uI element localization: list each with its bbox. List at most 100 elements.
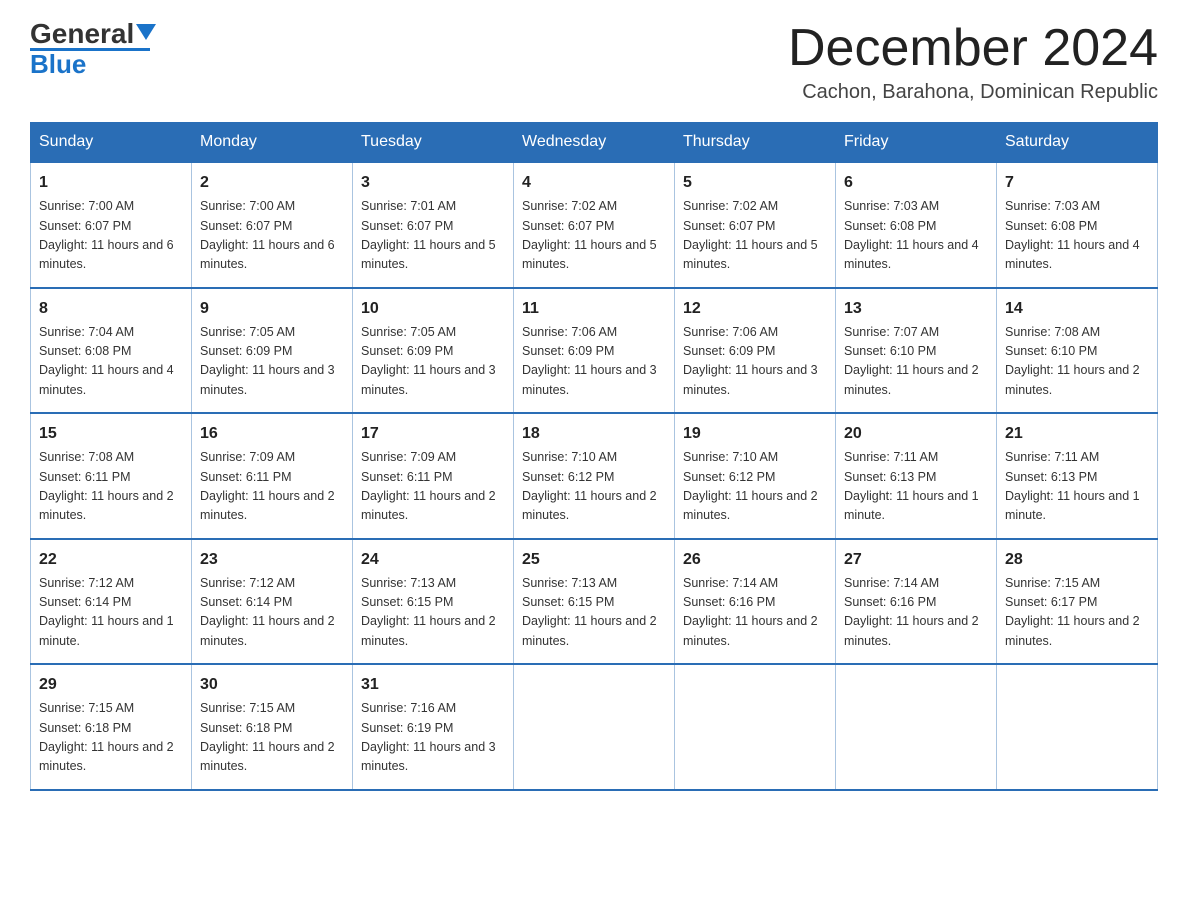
day-info: Sunrise: 7:10 AMSunset: 6:12 PMDaylight:… (522, 448, 666, 526)
day-info: Sunrise: 7:15 AMSunset: 6:17 PMDaylight:… (1005, 574, 1149, 652)
calendar-day-cell: 10Sunrise: 7:05 AMSunset: 6:09 PMDayligh… (353, 288, 514, 414)
day-number: 19 (683, 422, 827, 446)
day-number: 20 (844, 422, 988, 446)
day-info: Sunrise: 7:13 AMSunset: 6:15 PMDaylight:… (361, 574, 505, 652)
day-number: 13 (844, 297, 988, 321)
day-info: Sunrise: 7:04 AMSunset: 6:08 PMDaylight:… (39, 323, 183, 401)
day-info: Sunrise: 7:01 AMSunset: 6:07 PMDaylight:… (361, 197, 505, 275)
month-title: December 2024 (788, 20, 1158, 77)
day-info: Sunrise: 7:12 AMSunset: 6:14 PMDaylight:… (200, 574, 344, 652)
day-number: 26 (683, 548, 827, 572)
day-number: 4 (522, 171, 666, 195)
day-info: Sunrise: 7:12 AMSunset: 6:14 PMDaylight:… (39, 574, 183, 652)
calendar-day-cell: 21Sunrise: 7:11 AMSunset: 6:13 PMDayligh… (997, 413, 1158, 539)
day-info: Sunrise: 7:15 AMSunset: 6:18 PMDaylight:… (200, 699, 344, 777)
day-number: 3 (361, 171, 505, 195)
day-number: 6 (844, 171, 988, 195)
day-info: Sunrise: 7:05 AMSunset: 6:09 PMDaylight:… (361, 323, 505, 401)
calendar-day-cell: 2Sunrise: 7:00 AMSunset: 6:07 PMDaylight… (192, 162, 353, 288)
day-number: 16 (200, 422, 344, 446)
calendar-day-cell: 20Sunrise: 7:11 AMSunset: 6:13 PMDayligh… (836, 413, 997, 539)
calendar-day-cell: 26Sunrise: 7:14 AMSunset: 6:16 PMDayligh… (675, 539, 836, 665)
day-info: Sunrise: 7:05 AMSunset: 6:09 PMDaylight:… (200, 323, 344, 401)
day-info: Sunrise: 7:06 AMSunset: 6:09 PMDaylight:… (522, 323, 666, 401)
calendar-day-cell: 19Sunrise: 7:10 AMSunset: 6:12 PMDayligh… (675, 413, 836, 539)
calendar-day-cell: 15Sunrise: 7:08 AMSunset: 6:11 PMDayligh… (31, 413, 192, 539)
day-of-week-header: Tuesday (353, 123, 514, 163)
calendar-day-cell: 23Sunrise: 7:12 AMSunset: 6:14 PMDayligh… (192, 539, 353, 665)
day-info: Sunrise: 7:09 AMSunset: 6:11 PMDaylight:… (361, 448, 505, 526)
location-title: Cachon, Barahona, Dominican Republic (788, 81, 1158, 104)
day-number: 17 (361, 422, 505, 446)
calendar-week-row: 1Sunrise: 7:00 AMSunset: 6:07 PMDaylight… (31, 162, 1158, 288)
calendar-week-row: 8Sunrise: 7:04 AMSunset: 6:08 PMDaylight… (31, 288, 1158, 414)
calendar-day-cell: 5Sunrise: 7:02 AMSunset: 6:07 PMDaylight… (675, 162, 836, 288)
day-number: 31 (361, 673, 505, 697)
day-info: Sunrise: 7:10 AMSunset: 6:12 PMDaylight:… (683, 448, 827, 526)
day-number: 22 (39, 548, 183, 572)
day-number: 10 (361, 297, 505, 321)
calendar-week-row: 22Sunrise: 7:12 AMSunset: 6:14 PMDayligh… (31, 539, 1158, 665)
page-header: General Blue December 2024 Cachon, Barah… (30, 20, 1158, 104)
calendar-day-cell: 14Sunrise: 7:08 AMSunset: 6:10 PMDayligh… (997, 288, 1158, 414)
day-info: Sunrise: 7:15 AMSunset: 6:18 PMDaylight:… (39, 699, 183, 777)
day-number: 8 (39, 297, 183, 321)
calendar-day-cell: 27Sunrise: 7:14 AMSunset: 6:16 PMDayligh… (836, 539, 997, 665)
day-of-week-header: Friday (836, 123, 997, 163)
calendar-week-row: 15Sunrise: 7:08 AMSunset: 6:11 PMDayligh… (31, 413, 1158, 539)
logo-text-blue: Blue (30, 49, 86, 79)
calendar-day-cell: 7Sunrise: 7:03 AMSunset: 6:08 PMDaylight… (997, 162, 1158, 288)
calendar-day-cell: 9Sunrise: 7:05 AMSunset: 6:09 PMDaylight… (192, 288, 353, 414)
calendar-table: SundayMondayTuesdayWednesdayThursdayFrid… (30, 122, 1158, 791)
day-of-week-header: Saturday (997, 123, 1158, 163)
calendar-day-cell: 13Sunrise: 7:07 AMSunset: 6:10 PMDayligh… (836, 288, 997, 414)
day-number: 1 (39, 171, 183, 195)
calendar-week-row: 29Sunrise: 7:15 AMSunset: 6:18 PMDayligh… (31, 664, 1158, 790)
calendar-day-cell: 28Sunrise: 7:15 AMSunset: 6:17 PMDayligh… (997, 539, 1158, 665)
day-number: 14 (1005, 297, 1149, 321)
logo-triangle-icon (136, 24, 156, 40)
calendar-day-cell: 8Sunrise: 7:04 AMSunset: 6:08 PMDaylight… (31, 288, 192, 414)
day-info: Sunrise: 7:09 AMSunset: 6:11 PMDaylight:… (200, 448, 344, 526)
calendar-day-cell: 17Sunrise: 7:09 AMSunset: 6:11 PMDayligh… (353, 413, 514, 539)
day-info: Sunrise: 7:11 AMSunset: 6:13 PMDaylight:… (844, 448, 988, 526)
day-info: Sunrise: 7:14 AMSunset: 6:16 PMDaylight:… (844, 574, 988, 652)
calendar-day-cell: 30Sunrise: 7:15 AMSunset: 6:18 PMDayligh… (192, 664, 353, 790)
day-info: Sunrise: 7:00 AMSunset: 6:07 PMDaylight:… (200, 197, 344, 275)
day-info: Sunrise: 7:00 AMSunset: 6:07 PMDaylight:… (39, 197, 183, 275)
day-number: 12 (683, 297, 827, 321)
logo: General Blue (30, 20, 156, 78)
day-info: Sunrise: 7:03 AMSunset: 6:08 PMDaylight:… (844, 197, 988, 275)
day-info: Sunrise: 7:07 AMSunset: 6:10 PMDaylight:… (844, 323, 988, 401)
calendar-day-cell: 31Sunrise: 7:16 AMSunset: 6:19 PMDayligh… (353, 664, 514, 790)
day-info: Sunrise: 7:13 AMSunset: 6:15 PMDaylight:… (522, 574, 666, 652)
day-info: Sunrise: 7:11 AMSunset: 6:13 PMDaylight:… (1005, 448, 1149, 526)
day-number: 18 (522, 422, 666, 446)
calendar-day-cell (997, 664, 1158, 790)
calendar-day-cell: 11Sunrise: 7:06 AMSunset: 6:09 PMDayligh… (514, 288, 675, 414)
day-number: 15 (39, 422, 183, 446)
day-of-week-header: Monday (192, 123, 353, 163)
day-number: 9 (200, 297, 344, 321)
day-number: 23 (200, 548, 344, 572)
day-number: 21 (1005, 422, 1149, 446)
calendar-day-cell (675, 664, 836, 790)
calendar-day-cell: 25Sunrise: 7:13 AMSunset: 6:15 PMDayligh… (514, 539, 675, 665)
day-number: 29 (39, 673, 183, 697)
day-info: Sunrise: 7:02 AMSunset: 6:07 PMDaylight:… (522, 197, 666, 275)
calendar-day-cell: 18Sunrise: 7:10 AMSunset: 6:12 PMDayligh… (514, 413, 675, 539)
day-number: 5 (683, 171, 827, 195)
day-number: 27 (844, 548, 988, 572)
day-number: 28 (1005, 548, 1149, 572)
day-info: Sunrise: 7:02 AMSunset: 6:07 PMDaylight:… (683, 197, 827, 275)
calendar-day-cell: 6Sunrise: 7:03 AMSunset: 6:08 PMDaylight… (836, 162, 997, 288)
calendar-header-row: SundayMondayTuesdayWednesdayThursdayFrid… (31, 123, 1158, 163)
day-info: Sunrise: 7:03 AMSunset: 6:08 PMDaylight:… (1005, 197, 1149, 275)
calendar-day-cell (514, 664, 675, 790)
day-of-week-header: Wednesday (514, 123, 675, 163)
day-number: 7 (1005, 171, 1149, 195)
logo-text-black: General (30, 20, 134, 48)
calendar-day-cell: 3Sunrise: 7:01 AMSunset: 6:07 PMDaylight… (353, 162, 514, 288)
day-number: 11 (522, 297, 666, 321)
day-number: 30 (200, 673, 344, 697)
